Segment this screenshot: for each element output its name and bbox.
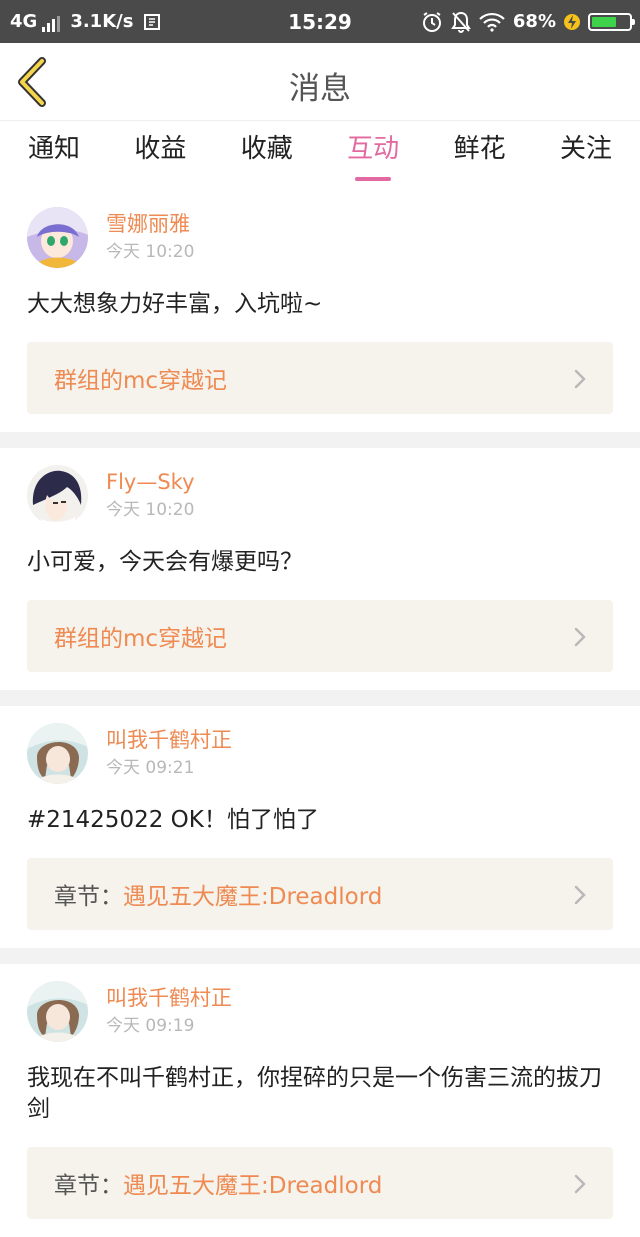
message-item: 叫我千鹤村正 今天 09:19 我现在不叫千鹤村正，你捏碎的只是一个伤害三流的拔… xyxy=(0,964,640,1237)
reference-title: 遇见五大魔王:Dreadlord xyxy=(123,884,383,910)
reference-link[interactable]: 群组的mc穿越记 xyxy=(27,342,613,414)
charging-icon xyxy=(564,12,580,32)
divider xyxy=(0,432,640,448)
chevron-right-icon xyxy=(574,885,586,905)
network-type: 4G xyxy=(10,11,38,32)
timestamp: 今天 09:21 xyxy=(106,758,195,778)
bell-off-icon xyxy=(451,11,471,33)
page-title: 消息 xyxy=(289,71,351,107)
signal-indicator: 4G xyxy=(10,11,61,32)
message-item: Fly—Sky 今天 10:20 小可爱，今天会有爆更吗？ 群组的mc穿越记 xyxy=(0,448,640,690)
reference-link[interactable]: 章节： 遇见五大魔王:Dreadlord xyxy=(27,858,613,930)
avatar[interactable] xyxy=(27,207,88,268)
message-text: 大大想象力好丰富，入坑啦~ xyxy=(27,291,323,317)
chevron-right-icon xyxy=(574,1174,586,1194)
message-item: 叫我千鹤村正 今天 09:21 #21425022 OK！怕了怕了 章节： 遇见… xyxy=(0,706,640,948)
timestamp: 今天 10:20 xyxy=(106,242,195,262)
chevron-right-icon xyxy=(574,369,586,389)
tab-interactions[interactable]: 互动 xyxy=(345,121,401,187)
wifi-icon xyxy=(479,12,505,32)
app-header: 消息 xyxy=(0,43,640,121)
reference-title: 群组的mc穿越记 xyxy=(54,368,228,394)
username[interactable]: 叫我千鹤村正 xyxy=(106,985,232,1011)
message-text: #21425022 OK！怕了怕了 xyxy=(27,807,319,833)
reference-link[interactable]: 群组的mc穿越记 xyxy=(27,600,613,672)
divider xyxy=(0,690,640,706)
network-speed: 3.1K/s xyxy=(70,11,134,32)
screenshot-icon xyxy=(143,13,161,31)
tab-following[interactable]: 关注 xyxy=(558,121,614,187)
username[interactable]: Fly—Sky xyxy=(106,469,195,495)
tab-earnings[interactable]: 收益 xyxy=(132,121,188,187)
tab-notifications[interactable]: 通知 xyxy=(26,121,82,187)
avatar[interactable] xyxy=(27,981,88,1042)
status-bar: 4G 3.1K/s 15:29 68% xyxy=(0,0,640,43)
message-list: 雪娜丽雅 今天 10:20 大大想象力好丰富，入坑啦~ 群组的mc穿越记 Fly… xyxy=(0,190,640,1237)
alarm-icon xyxy=(421,11,443,33)
reference-title: 群组的mc穿越记 xyxy=(54,626,228,652)
battery-icon xyxy=(588,12,635,31)
avatar[interactable] xyxy=(27,465,88,526)
reference-label: 章节： xyxy=(54,1173,123,1199)
timestamp: 今天 09:19 xyxy=(106,1016,195,1036)
reference-link[interactable]: 章节： 遇见五大魔王:Dreadlord xyxy=(27,1147,613,1219)
avatar[interactable] xyxy=(27,723,88,784)
message-text: 小可爱，今天会有爆更吗？ xyxy=(27,549,303,575)
tab-bar: 通知 收益 收藏 互动 鲜花 关注 xyxy=(0,121,640,187)
signal-bars-icon xyxy=(42,16,61,32)
username[interactable]: 叫我千鹤村正 xyxy=(106,727,232,753)
tab-flowers[interactable]: 鲜花 xyxy=(452,121,508,187)
reference-title: 遇见五大魔王:Dreadlord xyxy=(123,1173,383,1199)
chevron-right-icon xyxy=(574,627,586,647)
timestamp: 今天 10:20 xyxy=(106,500,195,520)
divider xyxy=(0,948,640,964)
username[interactable]: 雪娜丽雅 xyxy=(106,211,194,237)
reference-label: 章节： xyxy=(54,884,123,910)
tab-favorites[interactable]: 收藏 xyxy=(239,121,295,187)
message-text: 我现在不叫千鹤村正，你捏碎的只是一个伤害三流的拔刀剑 xyxy=(27,1065,602,1122)
message-item: 雪娜丽雅 今天 10:20 大大想象力好丰富，入坑啦~ 群组的mc穿越记 xyxy=(0,190,640,432)
battery-percent: 68% xyxy=(512,11,556,32)
